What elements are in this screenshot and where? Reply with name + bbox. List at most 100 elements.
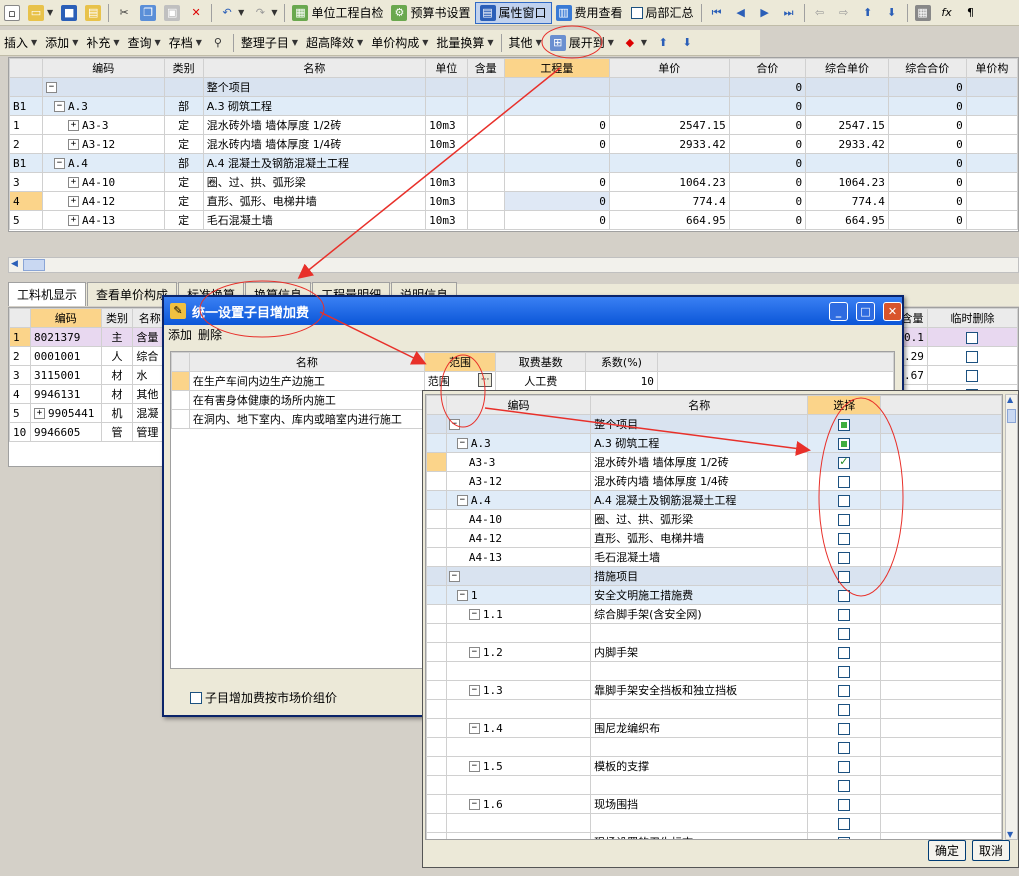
table-row[interactable]: 1 8021379 主含量	[9, 327, 167, 347]
name-cell[interactable]: 混水砖内墙 墙体厚度 1/4砖	[590, 471, 809, 491]
table-row[interactable]: B1− A.3 部 A.3 砌筑工程 0 0	[9, 96, 1018, 116]
row-index[interactable]: 3	[9, 365, 31, 385]
row-index[interactable]: 2	[9, 346, 31, 366]
temp-delete-checkbox[interactable]	[966, 331, 979, 344]
unit-cell[interactable]: 10m3	[425, 134, 468, 154]
expand-icon[interactable]: +	[68, 215, 80, 226]
move-down-icon[interactable]: ⬇	[675, 32, 699, 54]
resource-grid[interactable]: 编码 类别 名称 1 8021379 主含量 2 0001001 人综合 3 3115001 材…	[8, 307, 168, 467]
table-row[interactable]: B1− A.4 部 A.4 混凝土及钢筋混凝土工程 0 0	[9, 153, 1018, 173]
row-index[interactable]	[426, 832, 447, 839]
ctotal-cell[interactable]: 0	[887, 134, 967, 154]
expand-icon[interactable]: +	[33, 408, 45, 419]
collapse-icon[interactable]: −	[468, 647, 480, 658]
type-cell[interactable]: 主	[100, 327, 134, 347]
row-index[interactable]	[426, 737, 447, 757]
name-cell[interactable]: A.3 砌筑工程	[202, 96, 427, 116]
down-arrow-icon[interactable]: ⬇	[880, 2, 904, 24]
tree-row[interactable]: −1.1 综合脚手架(含安全网)	[426, 604, 1002, 624]
select-cell[interactable]	[807, 775, 882, 795]
extra-cell[interactable]	[965, 172, 1018, 192]
name-cell[interactable]: 围尼龙编织布	[590, 718, 809, 738]
collapse-icon[interactable]: −	[448, 419, 460, 430]
code-cell[interactable]	[445, 737, 592, 757]
code-cell[interactable]: 9946131	[29, 384, 102, 404]
name-cell[interactable]: 内脚手架	[590, 642, 809, 662]
select-cell[interactable]	[807, 471, 882, 491]
code-cell[interactable]: + A4-10	[42, 172, 165, 192]
tree-row[interactable]	[426, 623, 1002, 643]
name-cell[interactable]: 措施项目	[590, 566, 809, 586]
row-index[interactable]	[426, 699, 447, 719]
code-cell[interactable]: −	[42, 77, 165, 97]
close-button[interactable]: ✕	[883, 301, 902, 321]
open-icon[interactable]: ▭ ▼	[24, 2, 57, 24]
tree-row[interactable]: −1 安全文明施工措施费	[426, 585, 1002, 605]
row-index[interactable]: 5	[9, 403, 31, 423]
expand-icon[interactable]: +	[68, 120, 80, 131]
name-cell[interactable]	[590, 775, 809, 795]
ctotal-cell[interactable]: 0	[887, 153, 967, 173]
qty-cell[interactable]	[503, 153, 610, 173]
row-index[interactable]	[426, 680, 447, 700]
price-cell[interactable]: 1064.23	[608, 172, 730, 192]
tree-row[interactable]: 现场设置的卫生标志	[426, 832, 1002, 839]
price-cell[interactable]: 2547.15	[608, 115, 730, 135]
unit-cell[interactable]: 10m3	[425, 191, 468, 211]
code-cell[interactable]: 9946605	[29, 422, 102, 442]
code-cell[interactable]: + A3-12	[42, 134, 165, 154]
row-index[interactable]	[426, 547, 447, 567]
type-cell[interactable]: 部	[163, 96, 204, 116]
code-cell[interactable]: −1.4	[445, 718, 592, 738]
col-header[interactable]: 单位	[425, 58, 468, 78]
unit-cell[interactable]: 10m3	[425, 172, 468, 192]
collapse-icon[interactable]: −	[46, 82, 58, 93]
table-row[interactable]: 10 9946605 管管理	[9, 422, 167, 442]
code-cell[interactable]: A3-3	[445, 452, 592, 472]
select-cell[interactable]	[807, 813, 882, 833]
name-cell[interactable]: 直形、弧形、电梯井墙	[590, 528, 809, 548]
row-index[interactable]: 1	[9, 115, 44, 135]
delete-icon[interactable]: ✕	[184, 2, 208, 24]
total-cell[interactable]: 0	[728, 172, 807, 192]
col-header[interactable]: 综合单价	[805, 58, 889, 78]
code-cell[interactable]: − A.4	[42, 153, 165, 173]
table-row[interactable]: 1 + A3-3 定混水砖外墙 墙体厚度 1/2砖 10m3 0 2547.15 0 2547.…	[9, 115, 1018, 135]
table-row[interactable]: .67	[897, 365, 1018, 385]
unit-cell[interactable]	[425, 77, 468, 97]
code-cell[interactable]: 3115001	[29, 365, 102, 385]
temp-delete-cell[interactable]	[926, 327, 1018, 347]
tree-row[interactable]: A3-12 混水砖内墙 墙体厚度 1/4砖	[426, 471, 1002, 491]
row-index[interactable]	[426, 661, 447, 681]
temp-delete-cell[interactable]	[926, 346, 1018, 366]
paragraph-icon[interactable]: ¶	[959, 2, 983, 24]
tree-row[interactable]: − A.3 A.3 砌筑工程	[426, 433, 1002, 453]
row-index[interactable]: 5	[9, 210, 44, 230]
cprice-cell[interactable]: 664.95	[805, 210, 889, 230]
horizontal-scrollbar[interactable]: ◀	[8, 257, 1019, 273]
dialog-add-button[interactable]: 添加	[168, 326, 192, 343]
select-checkbox[interactable]	[838, 494, 851, 507]
col-header[interactable]: 取费基数	[495, 352, 587, 372]
row-index[interactable]	[9, 77, 44, 97]
name-cell[interactable]: 安全文明施工措施费	[590, 585, 809, 605]
code-cell[interactable]: −1.3	[445, 680, 592, 700]
content-cell[interactable]	[466, 210, 505, 230]
code-cell[interactable]: +9905441	[29, 403, 102, 423]
row-index[interactable]	[426, 642, 447, 662]
extra-cell[interactable]	[965, 210, 1018, 230]
content-cell[interactable]	[466, 172, 505, 192]
height-reduction-button[interactable]: 超高降效 ▼	[302, 32, 367, 54]
select-cell[interactable]	[807, 794, 882, 814]
type-cell[interactable]: 定	[163, 210, 204, 230]
row-index[interactable]	[426, 813, 447, 833]
collapse-icon[interactable]: −	[448, 571, 460, 582]
qty-cell[interactable]: 0	[503, 210, 610, 230]
type-cell[interactable]: 人	[100, 346, 134, 366]
name-cell[interactable]	[590, 699, 809, 719]
unit-cell[interactable]: 10m3	[425, 115, 468, 135]
ctotal-cell[interactable]: 0	[887, 191, 967, 211]
name-cell[interactable]: 整个项目	[202, 77, 427, 97]
binoculars-icon[interactable]: ⚲	[206, 32, 230, 54]
col-header[interactable]: 编码	[445, 395, 592, 415]
